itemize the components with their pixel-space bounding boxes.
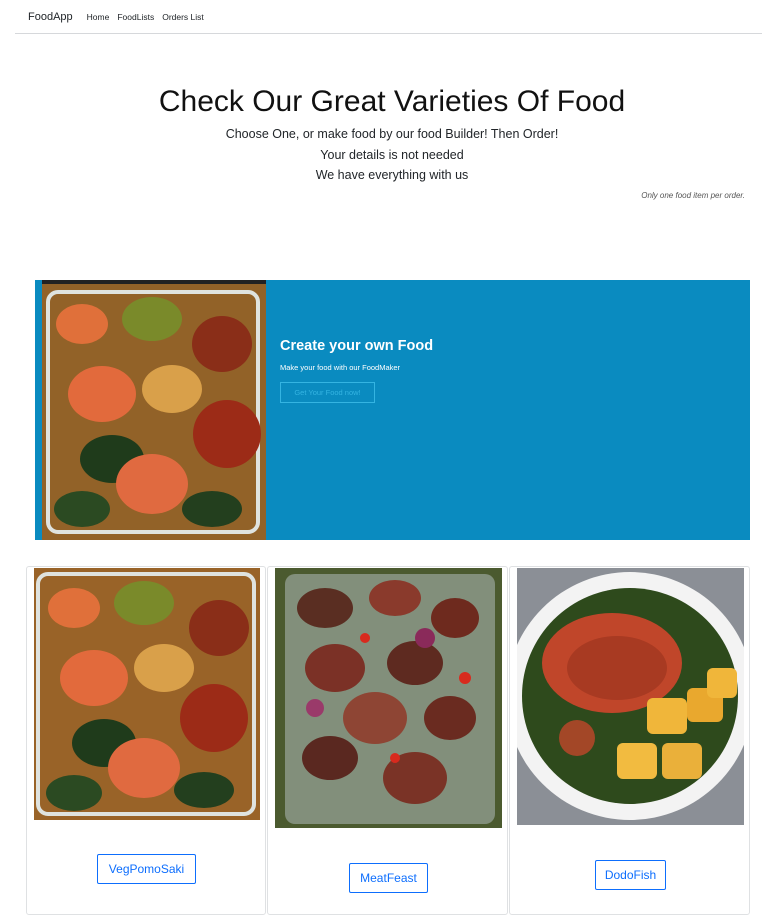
nav-link-home[interactable]: Home (87, 12, 110, 22)
navbar: FoodApp Home FoodLists Orders List (15, 0, 762, 34)
banner-text: Make your food with our FoodMaker (280, 363, 401, 372)
food-card-meatfeast: MeatFeast (267, 566, 508, 915)
food-image-vegpomosaki (34, 568, 260, 820)
food-card-vegpomosaki: VegPomoSaki (26, 566, 266, 915)
food-button-meatfeast[interactable]: MeatFeast (349, 863, 428, 893)
food-image-meatfeast (275, 568, 502, 828)
food-builder-banner: Create your own Food Make your food with… (35, 280, 750, 540)
food-card-dodofish: DodoFish (509, 566, 750, 915)
hero-everything-line: We have everything with us (315, 168, 469, 182)
nav-link-orders-list[interactable]: Orders List (162, 12, 204, 22)
nav-link-foodlists[interactable]: FoodLists (117, 12, 154, 22)
brand-link[interactable]: FoodApp (28, 11, 73, 23)
page-title: Check Our Great Varieties Of Food (158, 85, 626, 118)
hero-subtitle: Choose One, or make food by our food Bui… (225, 127, 559, 141)
food-image-dodofish (517, 568, 744, 825)
get-your-food-button[interactable]: Get Your Food now! (280, 382, 375, 403)
banner-food-image (42, 280, 266, 540)
food-button-vegpomosaki[interactable]: VegPomoSaki (97, 854, 196, 884)
banner-title: Create your own Food (280, 338, 434, 354)
hero-details-line: Your details is not needed (320, 148, 464, 162)
order-note: Only one food item per order. (641, 191, 745, 200)
food-button-dodofish[interactable]: DodoFish (595, 860, 666, 890)
